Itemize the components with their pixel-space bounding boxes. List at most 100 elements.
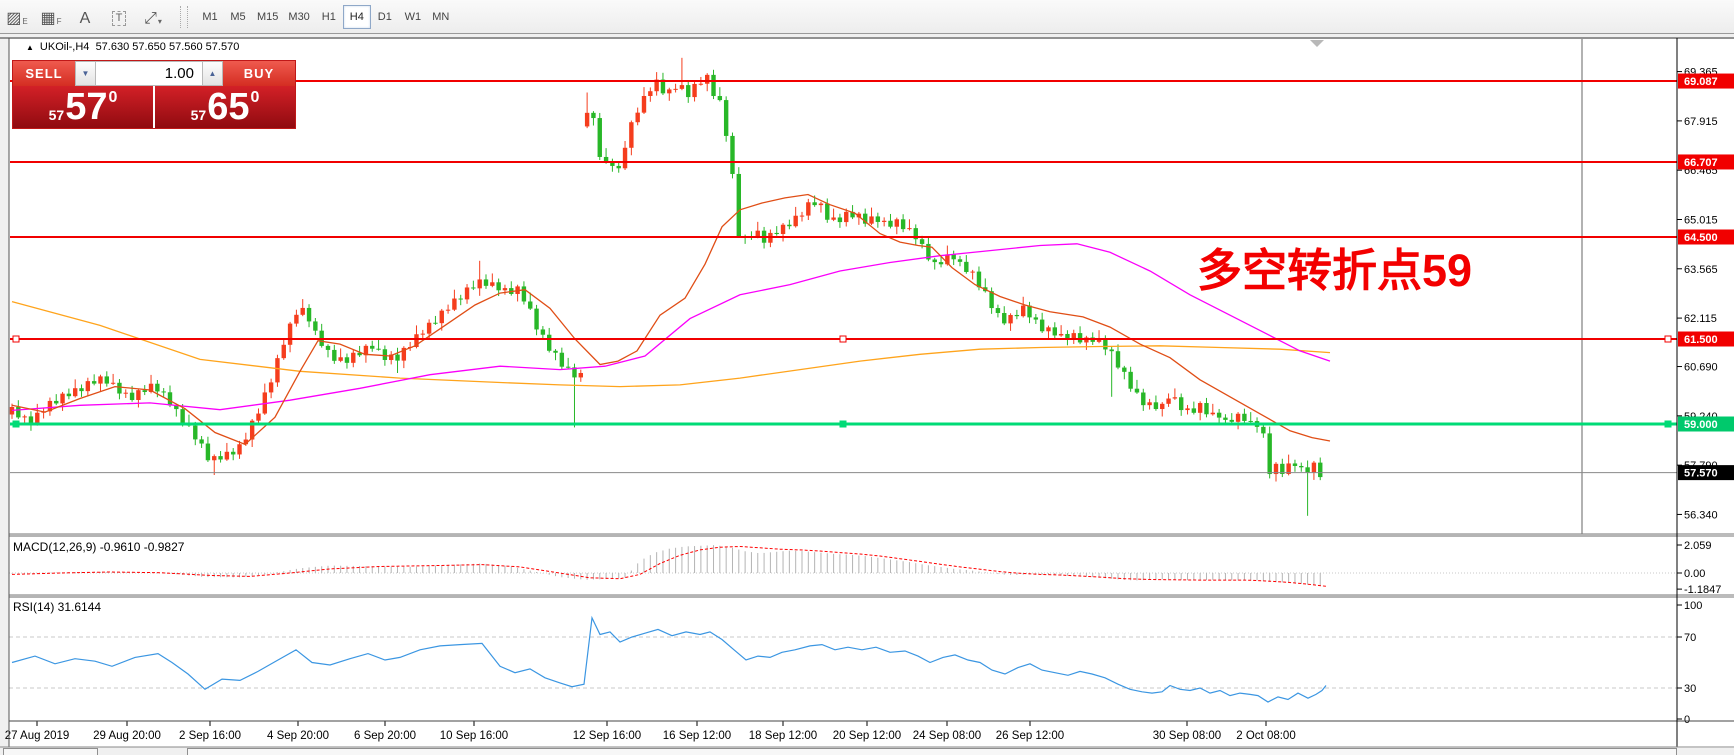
macd-pane xyxy=(9,537,1677,595)
collapse-arrow-icon[interactable]: ▲ xyxy=(26,43,34,52)
rsi-indicator-label: RSI(14) 31.6144 xyxy=(13,600,101,614)
candle xyxy=(528,301,532,308)
candle xyxy=(117,383,121,394)
candle xyxy=(1249,421,1253,422)
text-label-icon[interactable]: A xyxy=(69,4,101,30)
volume-input[interactable] xyxy=(96,61,202,86)
candle xyxy=(793,216,797,226)
candle xyxy=(876,216,880,222)
chart-tab[interactable] xyxy=(3,748,98,755)
candle xyxy=(465,287,469,299)
candle xyxy=(1236,414,1240,422)
date-axis-label: 10 Sep 16:00 xyxy=(440,730,508,742)
candle xyxy=(496,282,500,290)
candle xyxy=(143,390,147,392)
candle xyxy=(1318,463,1322,477)
date-axis-label: 24 Sep 08:00 xyxy=(913,730,981,742)
text-box-icon[interactable]: T xyxy=(103,4,135,30)
grid-icon[interactable]: ▦ F xyxy=(35,4,67,30)
symbol-header: ▲UKOil-,H4 57.630 57.650 57.560 57.570 xyxy=(26,41,239,53)
candle xyxy=(440,311,444,324)
candle xyxy=(1242,414,1246,421)
buy-button[interactable]: BUY xyxy=(223,61,295,86)
price-badge-label: 66.707 xyxy=(1684,157,1718,169)
sell-price-panel[interactable]: 57 57 0 xyxy=(13,86,153,128)
candle xyxy=(1154,402,1158,409)
candle xyxy=(1008,315,1012,323)
candle xyxy=(819,204,823,206)
candle xyxy=(642,96,646,113)
candle xyxy=(534,309,538,330)
candle xyxy=(452,299,456,310)
candle xyxy=(161,391,165,392)
objects-dropdown-icon[interactable]: ⤢ ▾ xyxy=(137,4,169,30)
symbol-name: UKOil-,H4 xyxy=(40,41,90,53)
candle xyxy=(60,394,64,404)
candle xyxy=(54,401,58,404)
line-handle[interactable] xyxy=(1665,336,1671,342)
candle xyxy=(566,367,570,368)
tf-button-m30[interactable]: M30 xyxy=(283,5,314,29)
line-handle[interactable] xyxy=(840,421,846,427)
candle xyxy=(1059,334,1063,335)
tf-button-h1[interactable]: H1 xyxy=(315,5,343,29)
candle xyxy=(737,174,741,236)
one-click-trading-widget: SELL ▼ ▲ BUY 57 57 0 57 65 0 xyxy=(12,60,296,129)
line-handle[interactable] xyxy=(840,336,846,342)
volume-up-button[interactable]: ▲ xyxy=(202,61,223,86)
candle xyxy=(136,390,140,400)
date-axis-label: 29 Aug 20:00 xyxy=(93,730,161,742)
candle xyxy=(800,216,804,217)
candle xyxy=(699,84,703,85)
candle xyxy=(1034,317,1038,319)
trading-terminal-window: ▨ E ▦ F A T ⤢ ▾ M1 M5 M15 M30 H1 H4 D1 W… xyxy=(0,0,1734,755)
candle xyxy=(838,217,842,222)
candle xyxy=(730,136,734,174)
candle xyxy=(111,383,115,384)
candle xyxy=(680,85,684,89)
candle xyxy=(345,357,349,363)
line-handle[interactable] xyxy=(13,421,19,427)
tf-button-d1[interactable]: D1 xyxy=(371,5,399,29)
candle xyxy=(490,282,494,286)
tf-button-m1[interactable]: M1 xyxy=(196,5,224,29)
volume-down-button[interactable]: ▼ xyxy=(75,61,96,86)
price-badge-label: 57.570 xyxy=(1684,468,1718,480)
candle xyxy=(477,279,481,288)
candle xyxy=(711,75,715,96)
candle xyxy=(673,89,677,90)
candle xyxy=(22,416,26,417)
tf-button-w1[interactable]: W1 xyxy=(399,5,427,29)
candle xyxy=(1141,393,1145,406)
candle xyxy=(446,310,450,311)
candle xyxy=(1116,351,1120,367)
line-handle[interactable] xyxy=(13,336,19,342)
sell-button[interactable]: SELL xyxy=(13,61,75,86)
tf-button-mn[interactable]: MN xyxy=(427,5,455,29)
candle xyxy=(781,225,785,234)
candle xyxy=(92,381,96,383)
candle xyxy=(1293,463,1297,466)
rsi-axis-label: 100 xyxy=(1684,600,1702,612)
chevron-down-icon: ▾ xyxy=(158,17,162,26)
tf-button-h4[interactable]: H4 xyxy=(343,5,371,29)
candle xyxy=(1299,466,1303,467)
candle xyxy=(294,315,298,324)
buy-price-panel[interactable]: 57 65 0 xyxy=(155,86,295,128)
tf-button-m5[interactable]: M5 xyxy=(224,5,252,29)
candle xyxy=(888,221,892,227)
candle xyxy=(635,113,639,123)
chart-tab[interactable] xyxy=(187,748,1677,755)
candle xyxy=(1135,389,1139,393)
macd-axis-label: 2.059 xyxy=(1684,540,1712,552)
indicators-icon[interactable]: ▨ E xyxy=(1,4,33,30)
candle xyxy=(951,254,955,259)
rsi-pane xyxy=(9,598,1677,721)
tf-button-m15[interactable]: M15 xyxy=(252,5,283,29)
line-handle[interactable] xyxy=(1665,421,1671,427)
candle xyxy=(1173,397,1177,398)
candle xyxy=(579,373,583,377)
chart-text-annotation[interactable]: 多空转折点59 xyxy=(1197,234,1472,299)
price-badge-label: 69.087 xyxy=(1684,76,1718,88)
price-badge-label: 61.500 xyxy=(1684,334,1718,346)
